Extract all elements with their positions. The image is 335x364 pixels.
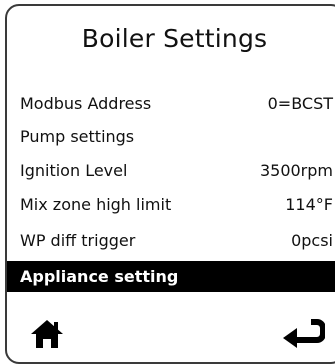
page-title: Boiler Settings xyxy=(81,24,268,53)
home-icon-glyph xyxy=(31,320,63,348)
menu-item-label: Pump settings xyxy=(20,127,135,146)
home-icon[interactable] xyxy=(29,318,65,350)
menu-item-wp-diff-trigger[interactable]: WP diff trigger 0pcsi xyxy=(7,225,335,256)
menu-item-label: Appliance setting xyxy=(20,267,179,286)
menu-item-value: 0=BCST xyxy=(267,94,333,113)
menu-item-label: Modbus Address xyxy=(20,94,152,113)
menu-item-pump-settings[interactable]: Pump settings xyxy=(7,121,335,152)
menu-item-value: 114°F xyxy=(285,195,333,214)
menu-item-mix-zone-high-limit[interactable]: Mix zone high limit 114°F xyxy=(7,189,335,220)
menu-item-appliance-setting[interactable]: Appliance setting xyxy=(7,261,335,292)
boiler-settings-screen: Boiler Settings Modbus Address 0=BCST Pu… xyxy=(5,4,335,364)
menu-item-modbus-address[interactable]: Modbus Address 0=BCST xyxy=(7,88,335,119)
menu-item-ignition-level[interactable]: Ignition Level 3500rpm xyxy=(7,155,335,186)
menu-item-label: Ignition Level xyxy=(20,161,128,180)
back-arrow-icon xyxy=(283,319,326,348)
back-icon[interactable] xyxy=(281,318,326,350)
menu-item-label: WP diff trigger xyxy=(20,231,136,250)
menu-item-label: Mix zone high limit xyxy=(20,195,172,214)
menu-item-value: 3500rpm xyxy=(259,161,333,180)
menu-item-value: 0pcsi xyxy=(291,231,333,250)
